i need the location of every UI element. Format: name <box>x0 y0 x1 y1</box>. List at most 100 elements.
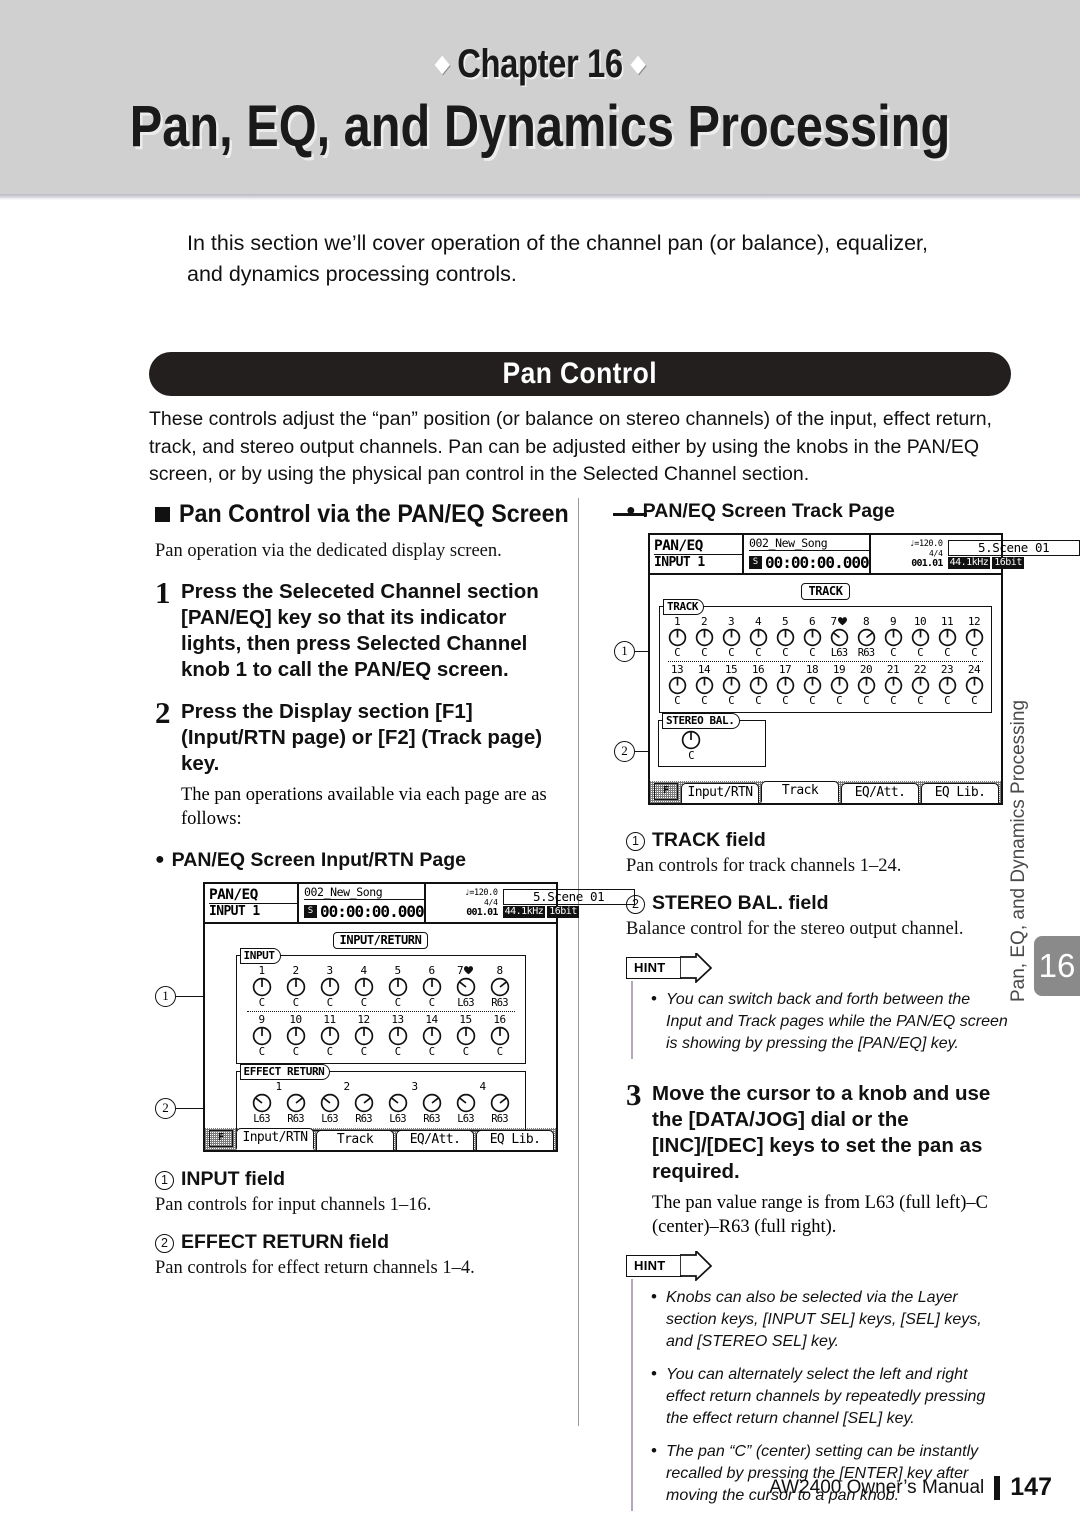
pan-knob-cell[interactable]: 3C <box>718 616 745 659</box>
input-figure-heading: ● PAN/EQ Screen Input/RTN Page <box>155 849 560 872</box>
pan-knob-cell[interactable]: 19 C <box>826 664 853 707</box>
pan-knob-cell[interactable]: 9C <box>245 1014 279 1058</box>
knob-channel-number: 9 <box>889 615 897 628</box>
step-2-subtext: The pan operations available via each pa… <box>181 785 547 829</box>
lcd-tab-track-active[interactable]: Track <box>761 781 839 803</box>
input-field-desc: Pan controls for input channels 1–16. <box>155 1195 432 1215</box>
pan-knob-cell[interactable]: 15 C <box>449 1014 483 1058</box>
hint-tag-2: HINT <box>626 1251 712 1281</box>
pan-knob-cell[interactable]: 17 C <box>772 664 799 707</box>
knob-pan-value: C <box>728 647 734 659</box>
knob-pan-value: C <box>836 695 842 707</box>
knob-pan-value: R63 <box>857 647 875 659</box>
pan-knob-cell[interactable]: 1C <box>664 616 691 659</box>
lcd-screen-track[interactable]: PAN/EQ INPUT 1 002_New_Song S 00:00:00.0… <box>648 533 1080 805</box>
lcd-tab-eq-lib-track[interactable]: EQ Lib. <box>921 783 999 803</box>
pan-knob-cell[interactable]: 5C <box>381 965 415 1009</box>
effect-return-knob-cell[interactable]: L63 <box>245 1093 279 1125</box>
callout-1-track-number: 1 <box>614 641 635 662</box>
lcd-tab-eq-lib[interactable]: EQ Lib. <box>476 1130 554 1150</box>
track-figure-heading: ● PAN/EQ Screen Track Page <box>626 500 1008 523</box>
pan-knob-cell[interactable]: 4C <box>347 965 381 1009</box>
track-field-number: 1 <box>626 832 645 851</box>
lcd-screen-input-rtn[interactable]: PAN/EQ INPUT 1 002_New_Song S 00:00:00.0… <box>203 882 635 1152</box>
pan-knob-cell[interactable]: 13 C <box>381 1014 415 1058</box>
knob-pan-value: C <box>944 695 950 707</box>
lcd-tab-input-rtn[interactable]: Input/RTN <box>236 1128 314 1150</box>
pan-knob-cell[interactable]: 4C <box>745 616 772 659</box>
knob-pan-value: C <box>258 1046 265 1058</box>
pan-knob-cell[interactable]: 3C <box>313 965 347 1009</box>
stereo-bal-field-number: 2 <box>626 895 645 914</box>
pan-knob-cell[interactable]: 2C <box>691 616 718 659</box>
effect-return-knob-cell[interactable]: R63 <box>279 1093 313 1125</box>
knob-channel-number: 24 <box>967 663 981 676</box>
pan-knob-cell[interactable]: 2C <box>279 965 313 1009</box>
knob-pan-value: C <box>917 647 923 659</box>
pan-knob-cell[interactable]: 21 C <box>880 664 907 707</box>
knob-pan-value: C <box>462 1046 469 1058</box>
knob-channel-number: 5 <box>781 615 789 628</box>
pan-knob-cell[interactable]: 16 C <box>745 664 772 707</box>
lcd-timecode-track: 00:00:00.000 <box>765 552 870 572</box>
effect-return-knob-cell[interactable]: R63 <box>483 1093 517 1125</box>
knob-channel-number: 4 <box>360 964 367 977</box>
pan-knob-cell[interactable]: 6C <box>799 616 826 659</box>
lcd-tab-eq-att-track[interactable]: EQ/Att. <box>841 783 919 803</box>
knob-channel-number: 15 <box>724 663 738 676</box>
pan-knob-cell[interactable]: 8 R63 <box>853 616 880 659</box>
knob-pan-value: C <box>971 647 977 659</box>
pan-knob-cell[interactable]: 11 C <box>934 616 961 659</box>
lcd-tab-input-rtn-track[interactable]: Input/RTN <box>681 783 759 803</box>
knob-channel-number: 14 <box>697 663 711 676</box>
pan-knob-cell[interactable]: 7 L63 <box>826 616 853 659</box>
knob-pan-value: R63 <box>491 1113 508 1125</box>
pan-knob-cell[interactable]: 7 L63 <box>449 965 483 1009</box>
lcd-tab-eq-att[interactable]: EQ/Att. <box>396 1130 474 1150</box>
pan-knob-cell[interactable]: 6C <box>415 965 449 1009</box>
callout-2-number: 2 <box>155 1098 176 1119</box>
step-3-number: 3 <box>626 1077 642 1112</box>
pan-knob-cell[interactable]: 11 C <box>313 1014 347 1058</box>
pan-knob-cell[interactable]: 12 C <box>347 1014 381 1058</box>
effect-return-knob-cell[interactable]: R63 <box>415 1093 449 1125</box>
effect-return-knob-cell[interactable]: L63 <box>381 1093 415 1125</box>
pan-knob-cell[interactable]: 24 C <box>961 664 988 707</box>
knob-pan-value: C <box>728 695 734 707</box>
pan-knob-cell[interactable]: 20 C <box>853 664 880 707</box>
step-3: 3 Move the cursor to a knob and use the … <box>626 1077 1008 1185</box>
knob-pan-value: L63 <box>830 647 848 659</box>
pan-knob-cell[interactable]: 10 C <box>907 616 934 659</box>
pan-knob-cell[interactable]: 18 C <box>799 664 826 707</box>
pan-knob-cell[interactable]: 5C <box>772 616 799 659</box>
pan-knob-cell[interactable]: 14 C <box>691 664 718 707</box>
pan-knob-cell[interactable]: 15 C <box>718 664 745 707</box>
input-group-tag: INPUT <box>239 948 281 964</box>
pan-knob-cell[interactable]: 23 C <box>934 664 961 707</box>
pan-knob-cell[interactable]: 8 R63 <box>483 965 517 1009</box>
stereo-bal-knob-cell[interactable]: C <box>671 730 711 762</box>
pan-knob-cell[interactable]: 22 C <box>907 664 934 707</box>
lcd-screen-title: PAN/EQ <box>209 887 297 904</box>
track-field-heading: 1 TRACK field <box>626 829 1008 852</box>
pan-knob-cell[interactable]: 1C <box>245 965 279 1009</box>
pan-knob-cell[interactable]: 16 C <box>483 1014 517 1058</box>
input-figure-heading-text: PAN/EQ Screen Input/RTN Page <box>171 849 467 871</box>
knob-pan-value: C <box>292 1046 299 1058</box>
pan-knob-cell[interactable]: 9C <box>880 616 907 659</box>
lcd-tab-bar-input[interactable]: F Input/RTN Track EQ/Att. EQ Lib. <box>205 1126 556 1150</box>
lcd-tab-bar-track[interactable]: F Input/RTN Track EQ/Att. EQ Lib. <box>650 779 1001 803</box>
knob-channel-number: 6 <box>808 615 816 628</box>
knob-pan-value: C <box>394 997 401 1009</box>
effect-return-knob-cell[interactable]: R63 <box>347 1093 381 1125</box>
lcd-tab-track[interactable]: Track <box>316 1130 394 1150</box>
pan-knob-cell[interactable]: 14 C <box>415 1014 449 1058</box>
pan-knob-cell[interactable]: 10 C <box>279 1014 313 1058</box>
pan-knob-cell[interactable]: 12 C <box>961 616 988 659</box>
effect-return-knob-cell[interactable]: L63 <box>449 1093 483 1125</box>
knob-channel-number: 13 <box>391 1013 404 1026</box>
knob-pan-value: C <box>292 997 299 1009</box>
lcd-format-row-track: 44.1kHz 16bit <box>947 556 1080 569</box>
effect-return-knob-cell[interactable]: L63 <box>313 1093 347 1125</box>
pan-knob-cell[interactable]: 13 C <box>664 664 691 707</box>
